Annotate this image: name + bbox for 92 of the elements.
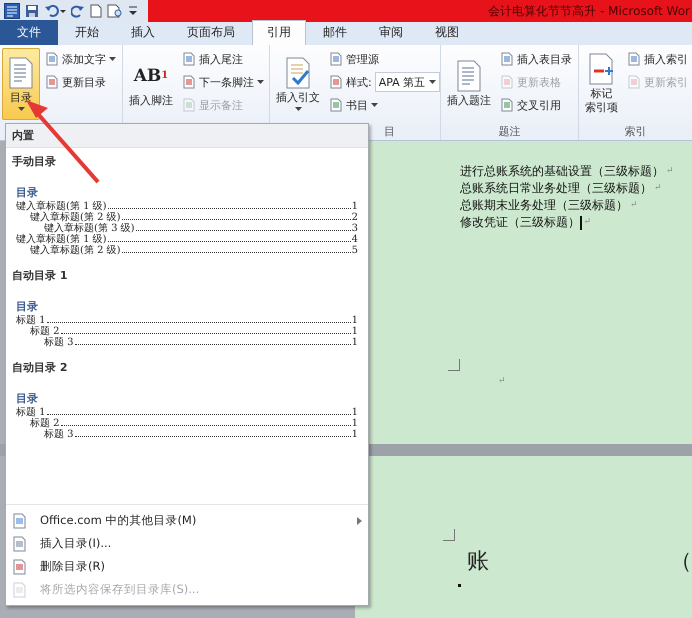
ribbon-button[interactable]: 添加文字 <box>43 48 118 70</box>
document-icon <box>182 98 196 112</box>
group-label: 索引 <box>624 124 646 140</box>
toc-preview[interactable]: 目录 标题 1 1 标题 2 1 标题 3 1 <box>10 375 364 446</box>
ribbon-large-button[interactable]: AB$^{1}$ 插入脚注 <box>125 48 177 120</box>
document-icon <box>500 98 514 112</box>
toc-preview-entry: 键入章标题(第 1 级) 4 <box>16 234 358 245</box>
toc-preview-heading: 目录 <box>16 185 39 200</box>
toc-preview-entry: 标题 3 1 <box>43 429 358 440</box>
gallery-title: 自动目录 2 <box>11 360 68 375</box>
menu-item[interactable]: 插入目录(I)... <box>6 532 368 555</box>
caret-icon <box>429 80 436 84</box>
ribbon-large-button[interactable]: 标记 索引项 <box>581 48 622 120</box>
ribbon-tab[interactable]: 审阅 <box>364 20 418 45</box>
ribbon-tab[interactable]: 页面布局 <box>172 20 250 45</box>
footnote-icon: AB$^{1}$ <box>129 60 173 92</box>
ribbon-tab[interactable]: 开始 <box>60 20 114 45</box>
ribbon-tab[interactable]: 文件 <box>0 20 58 45</box>
new-document-icon[interactable] <box>90 4 102 18</box>
heading-text: 账 <box>467 548 489 576</box>
ribbon-button[interactable]: 更新目录 <box>43 71 118 93</box>
ribbon-button[interactable]: 管理源 <box>327 48 440 70</box>
ribbon-button[interactable]: 插入尾注 <box>180 48 266 70</box>
document-icon <box>500 52 514 66</box>
undo-icon[interactable] <box>44 4 66 18</box>
heading-text: （ <box>670 548 692 576</box>
save-icon[interactable] <box>25 4 39 18</box>
toc-preview-entry: 标题 1 1 <box>16 315 358 326</box>
app-icon[interactable] <box>4 3 20 19</box>
ribbon-tab[interactable]: 引用 <box>252 20 306 45</box>
gallery-title: 自动目录 1 <box>11 268 68 283</box>
paragraph-mark: ↵ <box>498 375 506 388</box>
toc-preview-heading: 目录 <box>16 391 39 406</box>
ribbon-button[interactable]: 交叉引用 <box>498 94 574 116</box>
ribbon-button[interactable]: 书目 <box>327 94 440 116</box>
redo-icon[interactable] <box>71 4 85 18</box>
document-icon <box>12 582 28 598</box>
toc-preview[interactable]: 目录 标题 1 1 标题 2 1 标题 3 1 <box>10 283 364 354</box>
document-icon <box>329 52 343 66</box>
print-preview-icon[interactable] <box>107 4 123 18</box>
toc-preview-entry: 键入章标题(第 3 级) 3 <box>44 223 358 234</box>
toc-preview-entry: 键入章标题(第 2 级) 2 <box>29 212 358 223</box>
style-label: 样式: <box>346 74 372 90</box>
bullet-mark <box>458 584 461 587</box>
ribbon-large-button[interactable]: 目录 <box>2 48 40 120</box>
document-icon <box>12 536 28 552</box>
customize-menu-icon[interactable] <box>128 4 138 18</box>
ribbon-tab[interactable]: 插入 <box>116 20 170 45</box>
paragraph-text: 总账系统日常业务处理（三级标题） <box>460 180 652 197</box>
ribbon-button[interactable]: 插入表目录 <box>498 48 574 70</box>
toc-preview-entry: 键入章标题(第 2 级) 5 <box>29 245 358 256</box>
toc-preview-entry: 标题 2 1 <box>29 326 358 337</box>
document-icon <box>12 558 28 574</box>
paragraph-mark: ↵ <box>654 182 662 195</box>
style-dropdown[interactable]: APA 第五 <box>374 72 440 92</box>
paragraph-mark: ↵ <box>666 165 674 178</box>
paragraph-text: 总账期末业务处理（三级标题） <box>460 197 628 214</box>
document-icon <box>182 75 196 89</box>
document-icon <box>627 52 641 66</box>
ribbon-large-button[interactable]: 插入题注 <box>443 48 495 120</box>
toc-preview-entry: 标题 1 1 <box>16 407 358 418</box>
gallery-title: 手动目录 <box>11 154 57 169</box>
margin-corner-mark <box>448 359 460 371</box>
document-icon <box>329 75 343 89</box>
window-title: 会计电算化节节高升 - Microsoft Wor <box>488 2 691 20</box>
group-label: 目 <box>384 124 395 140</box>
toc-preview[interactable]: 目录 键入章标题(第 1 级) 1 键入章标题(第 2 级) 2 键入章标题(第 3 级) 3 键入章标题(第 1 级) 4 键入章标题(第 2 级) 5 <box>10 169 364 262</box>
ribbon-tab[interactable]: 视图 <box>420 20 474 45</box>
document-icon <box>627 75 641 89</box>
document-icon <box>45 75 59 89</box>
menu-item[interactable]: Office.com 中的其他目录(M) <box>6 509 368 532</box>
ribbon-button[interactable]: 下一条脚注 <box>180 71 266 93</box>
paragraph-mark: ↵ <box>630 199 638 212</box>
toc-preview-entry: 标题 2 1 <box>29 418 358 429</box>
group-label: 题注 <box>498 124 520 140</box>
document-icon <box>500 75 514 89</box>
document-icon <box>45 52 59 66</box>
toc-preview-entry: 标题 3 1 <box>43 337 358 348</box>
toc-preview-heading: 目录 <box>16 299 39 314</box>
paragraph-text: 进行总账系统的基础设置（三级标题） <box>460 163 664 180</box>
paragraph-mark: ↵ <box>584 216 592 229</box>
document-icon <box>329 98 343 112</box>
document-icon <box>12 512 28 528</box>
margin-corner-mark <box>443 529 455 541</box>
menu-header: 内置 <box>6 124 368 148</box>
paragraph-text: 修改凭证（三级标题） <box>460 214 580 231</box>
document-icon <box>182 52 196 66</box>
toc-preview-entry: 键入章标题(第 1 级) 1 <box>16 201 358 212</box>
menu-item[interactable]: 删除目录(R) <box>6 555 368 578</box>
ribbon-large-button[interactable]: 插入引文 <box>272 48 324 120</box>
ribbon-button[interactable]: 插入索引 <box>625 48 690 70</box>
ribbon-tab[interactable]: 邮件 <box>308 20 362 45</box>
